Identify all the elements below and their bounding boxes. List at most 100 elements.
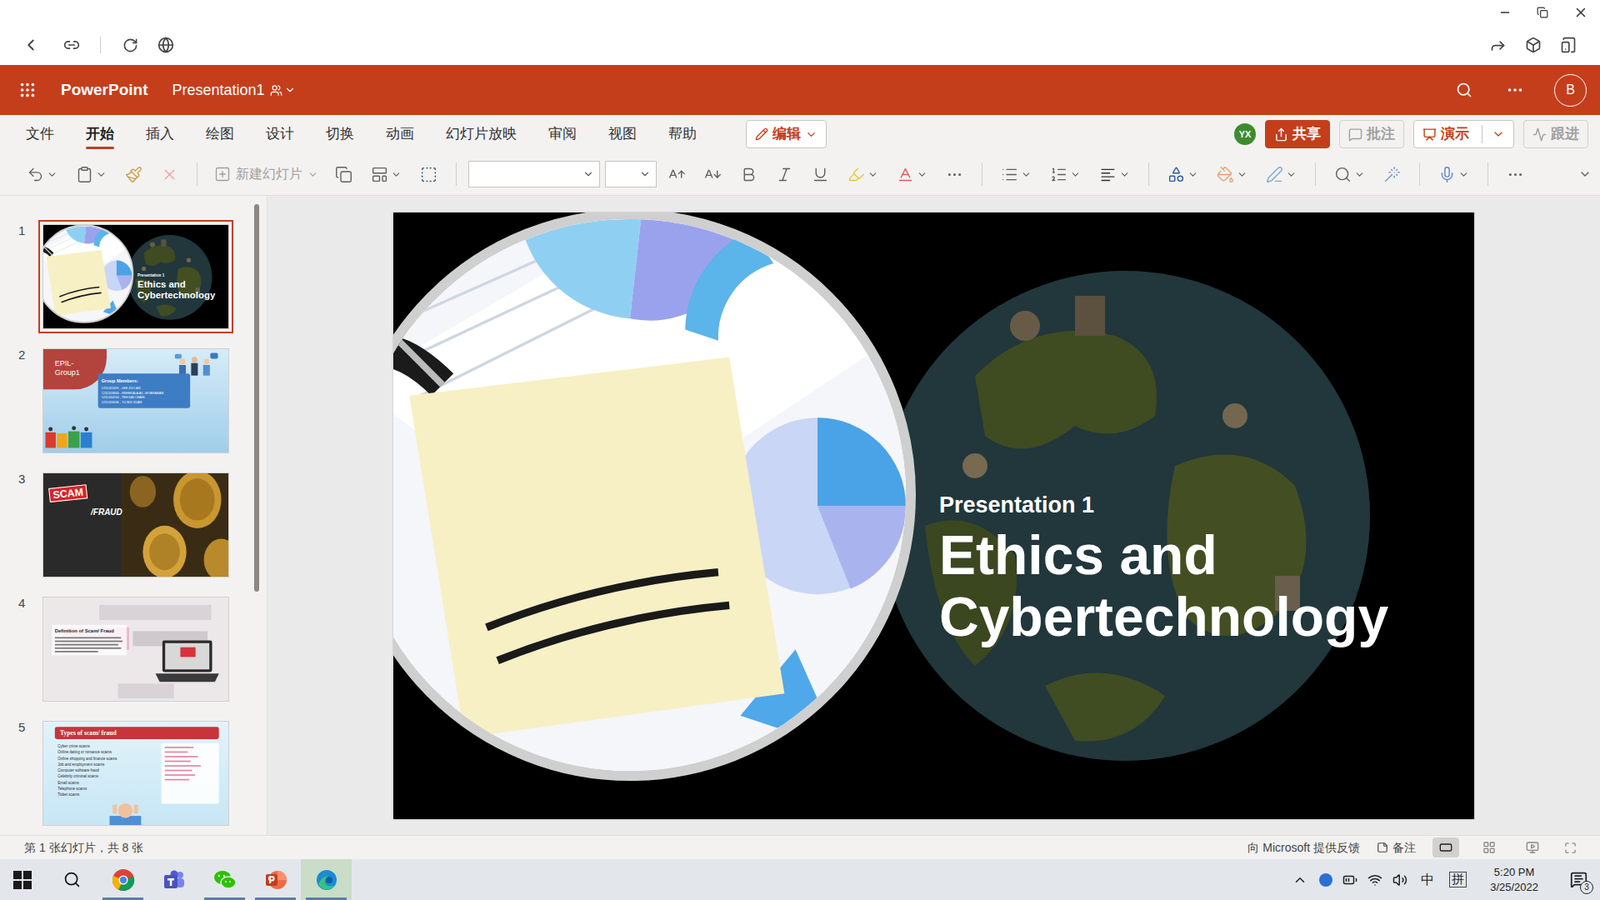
- ime-language[interactable]: 中: [1420, 870, 1435, 890]
- wifi-icon[interactable]: [1367, 872, 1383, 888]
- comments-button[interactable]: 批注: [1339, 120, 1405, 149]
- member-line[interactable]: 1211203036 - YU BUI XUAN: [101, 400, 187, 405]
- bullets-button[interactable]: [994, 159, 1039, 190]
- font-size-field[interactable]: [605, 160, 657, 188]
- slide-title[interactable]: Definition of Scam/ Fraud: [55, 627, 125, 634]
- scam-type-item[interactable]: Cyber crime scams: [57, 743, 117, 750]
- ribbon-tab[interactable]: 动画: [370, 115, 430, 154]
- duplicate-slide-button[interactable]: [328, 159, 360, 190]
- taskbar-app[interactable]: [97, 859, 149, 900]
- ribbon-tab[interactable]: 文件: [10, 115, 70, 154]
- scam-type-item[interactable]: Online shopping and finance scams: [57, 755, 117, 761]
- numbering-button[interactable]: [1043, 159, 1088, 190]
- slide-title[interactable]: Types of scam/ fraud: [60, 729, 214, 737]
- shapes-button[interactable]: [1160, 159, 1205, 190]
- font-color-button[interactable]: [890, 159, 935, 190]
- bold-button[interactable]: [733, 159, 765, 190]
- paste-button[interactable]: [69, 159, 114, 190]
- slide-subtitle[interactable]: Presentation 1: [939, 491, 1456, 519]
- present-button[interactable]: 演示: [1413, 120, 1515, 149]
- slide-thumbnail[interactable]: 4Definition of Scam/ Fraud: [18, 592, 255, 706]
- thumbnail-scrollbar[interactable]: [254, 204, 260, 592]
- shrink-font-button[interactable]: [697, 159, 729, 190]
- ribbon-tab[interactable]: 视图: [592, 115, 653, 154]
- scam-type-item[interactable]: Celebrity criminal scams: [57, 773, 117, 780]
- italic-button[interactable]: [769, 159, 800, 190]
- scam-type-item[interactable]: Telephone scams: [57, 785, 117, 792]
- current-slide[interactable]: Presentation 1 Ethics and Cybertechnology: [393, 212, 1475, 820]
- normal-view-button[interactable]: [1432, 837, 1460, 858]
- minimize-icon[interactable]: [1498, 5, 1512, 20]
- slide-thumbnail[interactable]: 3SCAM/FRAUD: [18, 468, 255, 582]
- member-line[interactable]: 1211203660 - SREEKALA A/L JEYARAMAN: [101, 390, 187, 396]
- ribbon-tab[interactable]: 绘图: [190, 115, 250, 154]
- slide-title[interactable]: /FRAUD: [90, 505, 123, 519]
- members-heading[interactable]: Group Members:: [101, 377, 187, 385]
- underline-button[interactable]: [805, 159, 836, 190]
- scam-type-item[interactable]: Computer software fraud: [57, 767, 117, 774]
- site-icon[interactable]: [157, 36, 175, 54]
- restore-icon[interactable]: [1536, 6, 1549, 19]
- delete-button[interactable]: [154, 159, 185, 190]
- find-button[interactable]: [1327, 159, 1372, 190]
- slide-title[interactable]: EPIL-Group1: [55, 359, 93, 377]
- scam-stamp[interactable]: SCAM: [48, 484, 88, 503]
- feedback-link[interactable]: 向 Microsoft 提供反馈: [1247, 839, 1360, 857]
- share-button[interactable]: 共享: [1265, 120, 1330, 149]
- search-icon[interactable]: [1455, 81, 1473, 99]
- device-icon[interactable]: [1560, 36, 1577, 54]
- more-commands-button[interactable]: [1500, 159, 1531, 190]
- new-slide-button[interactable]: 新建幻灯片: [209, 159, 324, 190]
- sorter-view-button[interactable]: [1475, 837, 1503, 858]
- member-line[interactable]: 1211205491 - LEE ZUO AN: [101, 385, 187, 391]
- font-name-field[interactable]: [468, 160, 600, 188]
- reload-icon[interactable]: [122, 37, 139, 54]
- slide-thumbnail[interactable]: 1Presentation 1Ethics and Cybertechnolog…: [18, 220, 255, 334]
- windows-start-icon[interactable]: [13, 870, 32, 890]
- app-name[interactable]: PowerPoint: [60, 78, 149, 103]
- close-icon[interactable]: [1573, 5, 1589, 20]
- back-icon[interactable]: [21, 35, 40, 55]
- slide-thumbnail[interactable]: 2EPIL-Group1Group Members:1211205491 - L…: [18, 344, 255, 458]
- ribbon-tab[interactable]: 帮助: [652, 115, 713, 154]
- link-icon[interactable]: [63, 36, 80, 54]
- ribbon-tab[interactable]: 设计: [250, 115, 310, 154]
- dictate-button[interactable]: [1431, 159, 1476, 190]
- notification-button[interactable]: 3: [1565, 866, 1592, 894]
- layout-button[interactable]: [364, 159, 409, 190]
- tray-overflow-icon[interactable]: [1292, 872, 1308, 888]
- fit-slide-icon[interactable]: [1564, 841, 1577, 855]
- taskbar-app[interactable]: [250, 859, 301, 900]
- format-painter-button[interactable]: [118, 159, 150, 190]
- coauthor-avatar[interactable]: YX: [1234, 123, 1256, 145]
- shape-fill-button[interactable]: [1210, 159, 1255, 190]
- member-line[interactable]: 1211200594 - TEH KAI CHAIN: [101, 395, 187, 400]
- undo-button[interactable]: [20, 159, 65, 190]
- ribbon-tab[interactable]: 幻灯片放映: [430, 115, 533, 154]
- more-icon[interactable]: [1505, 80, 1525, 100]
- volume-icon[interactable]: [1392, 872, 1408, 888]
- app-launcher-icon[interactable]: [18, 80, 37, 100]
- battery-icon[interactable]: [1342, 872, 1358, 888]
- format-background-button[interactable]: [413, 159, 445, 190]
- ribbon-tab[interactable]: 审阅: [532, 115, 593, 154]
- title-block[interactable]: Presentation 1 Ethics and Cybertechnology: [939, 491, 1456, 649]
- designer-button[interactable]: [1376, 159, 1408, 190]
- user-avatar[interactable]: B: [1554, 74, 1587, 107]
- align-button[interactable]: [1092, 159, 1137, 190]
- taskbar-app[interactable]: [300, 859, 352, 900]
- slide-thumbnail[interactable]: 5Types of scam/ fraudCyber crime scamsOn…: [18, 716, 255, 830]
- slide-title[interactable]: Ethics and Cybertechnology: [939, 525, 1456, 649]
- reading-view-button[interactable]: [1519, 837, 1546, 858]
- share-page-icon[interactable]: [1489, 36, 1507, 55]
- ribbon-tab[interactable]: 插入: [130, 115, 190, 154]
- scam-type-item[interactable]: Job and employment scams: [57, 761, 117, 768]
- highlight-button[interactable]: [840, 159, 885, 190]
- scam-type-item[interactable]: Ticket scams: [57, 791, 117, 798]
- taskbar-app[interactable]: [148, 859, 200, 900]
- ribbon-tab[interactable]: 切换: [310, 115, 370, 154]
- expand-ribbon-icon[interactable]: [1578, 167, 1592, 181]
- tray-app-icon[interactable]: [1319, 873, 1333, 887]
- edit-mode-button[interactable]: 编辑: [745, 120, 827, 149]
- title-block[interactable]: Presentation 1Ethics and Cybertechnology: [137, 273, 227, 301]
